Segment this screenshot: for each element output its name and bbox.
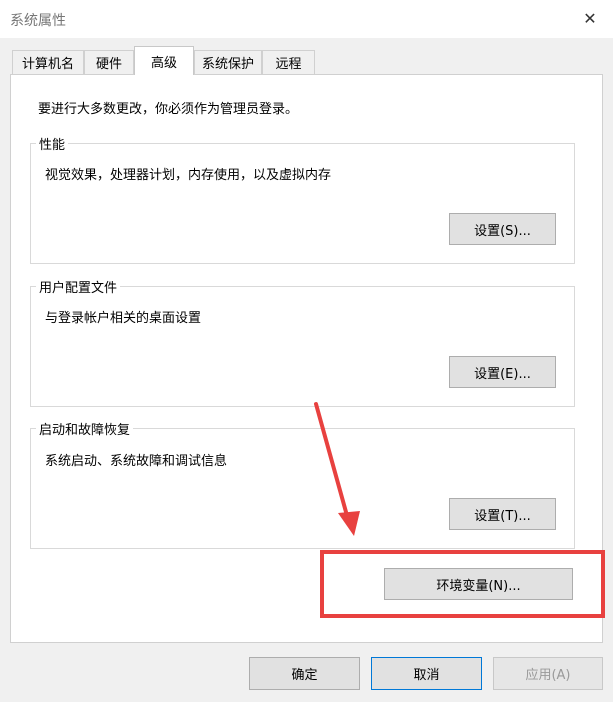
apply-button[interactable]: 应用(A) [493, 657, 603, 690]
ok-button[interactable]: 确定 [249, 657, 360, 690]
cancel-button[interactable]: 取消 [371, 657, 482, 690]
tab-advanced[interactable]: 高级 [134, 46, 194, 75]
annotation-highlight-box [320, 550, 605, 618]
